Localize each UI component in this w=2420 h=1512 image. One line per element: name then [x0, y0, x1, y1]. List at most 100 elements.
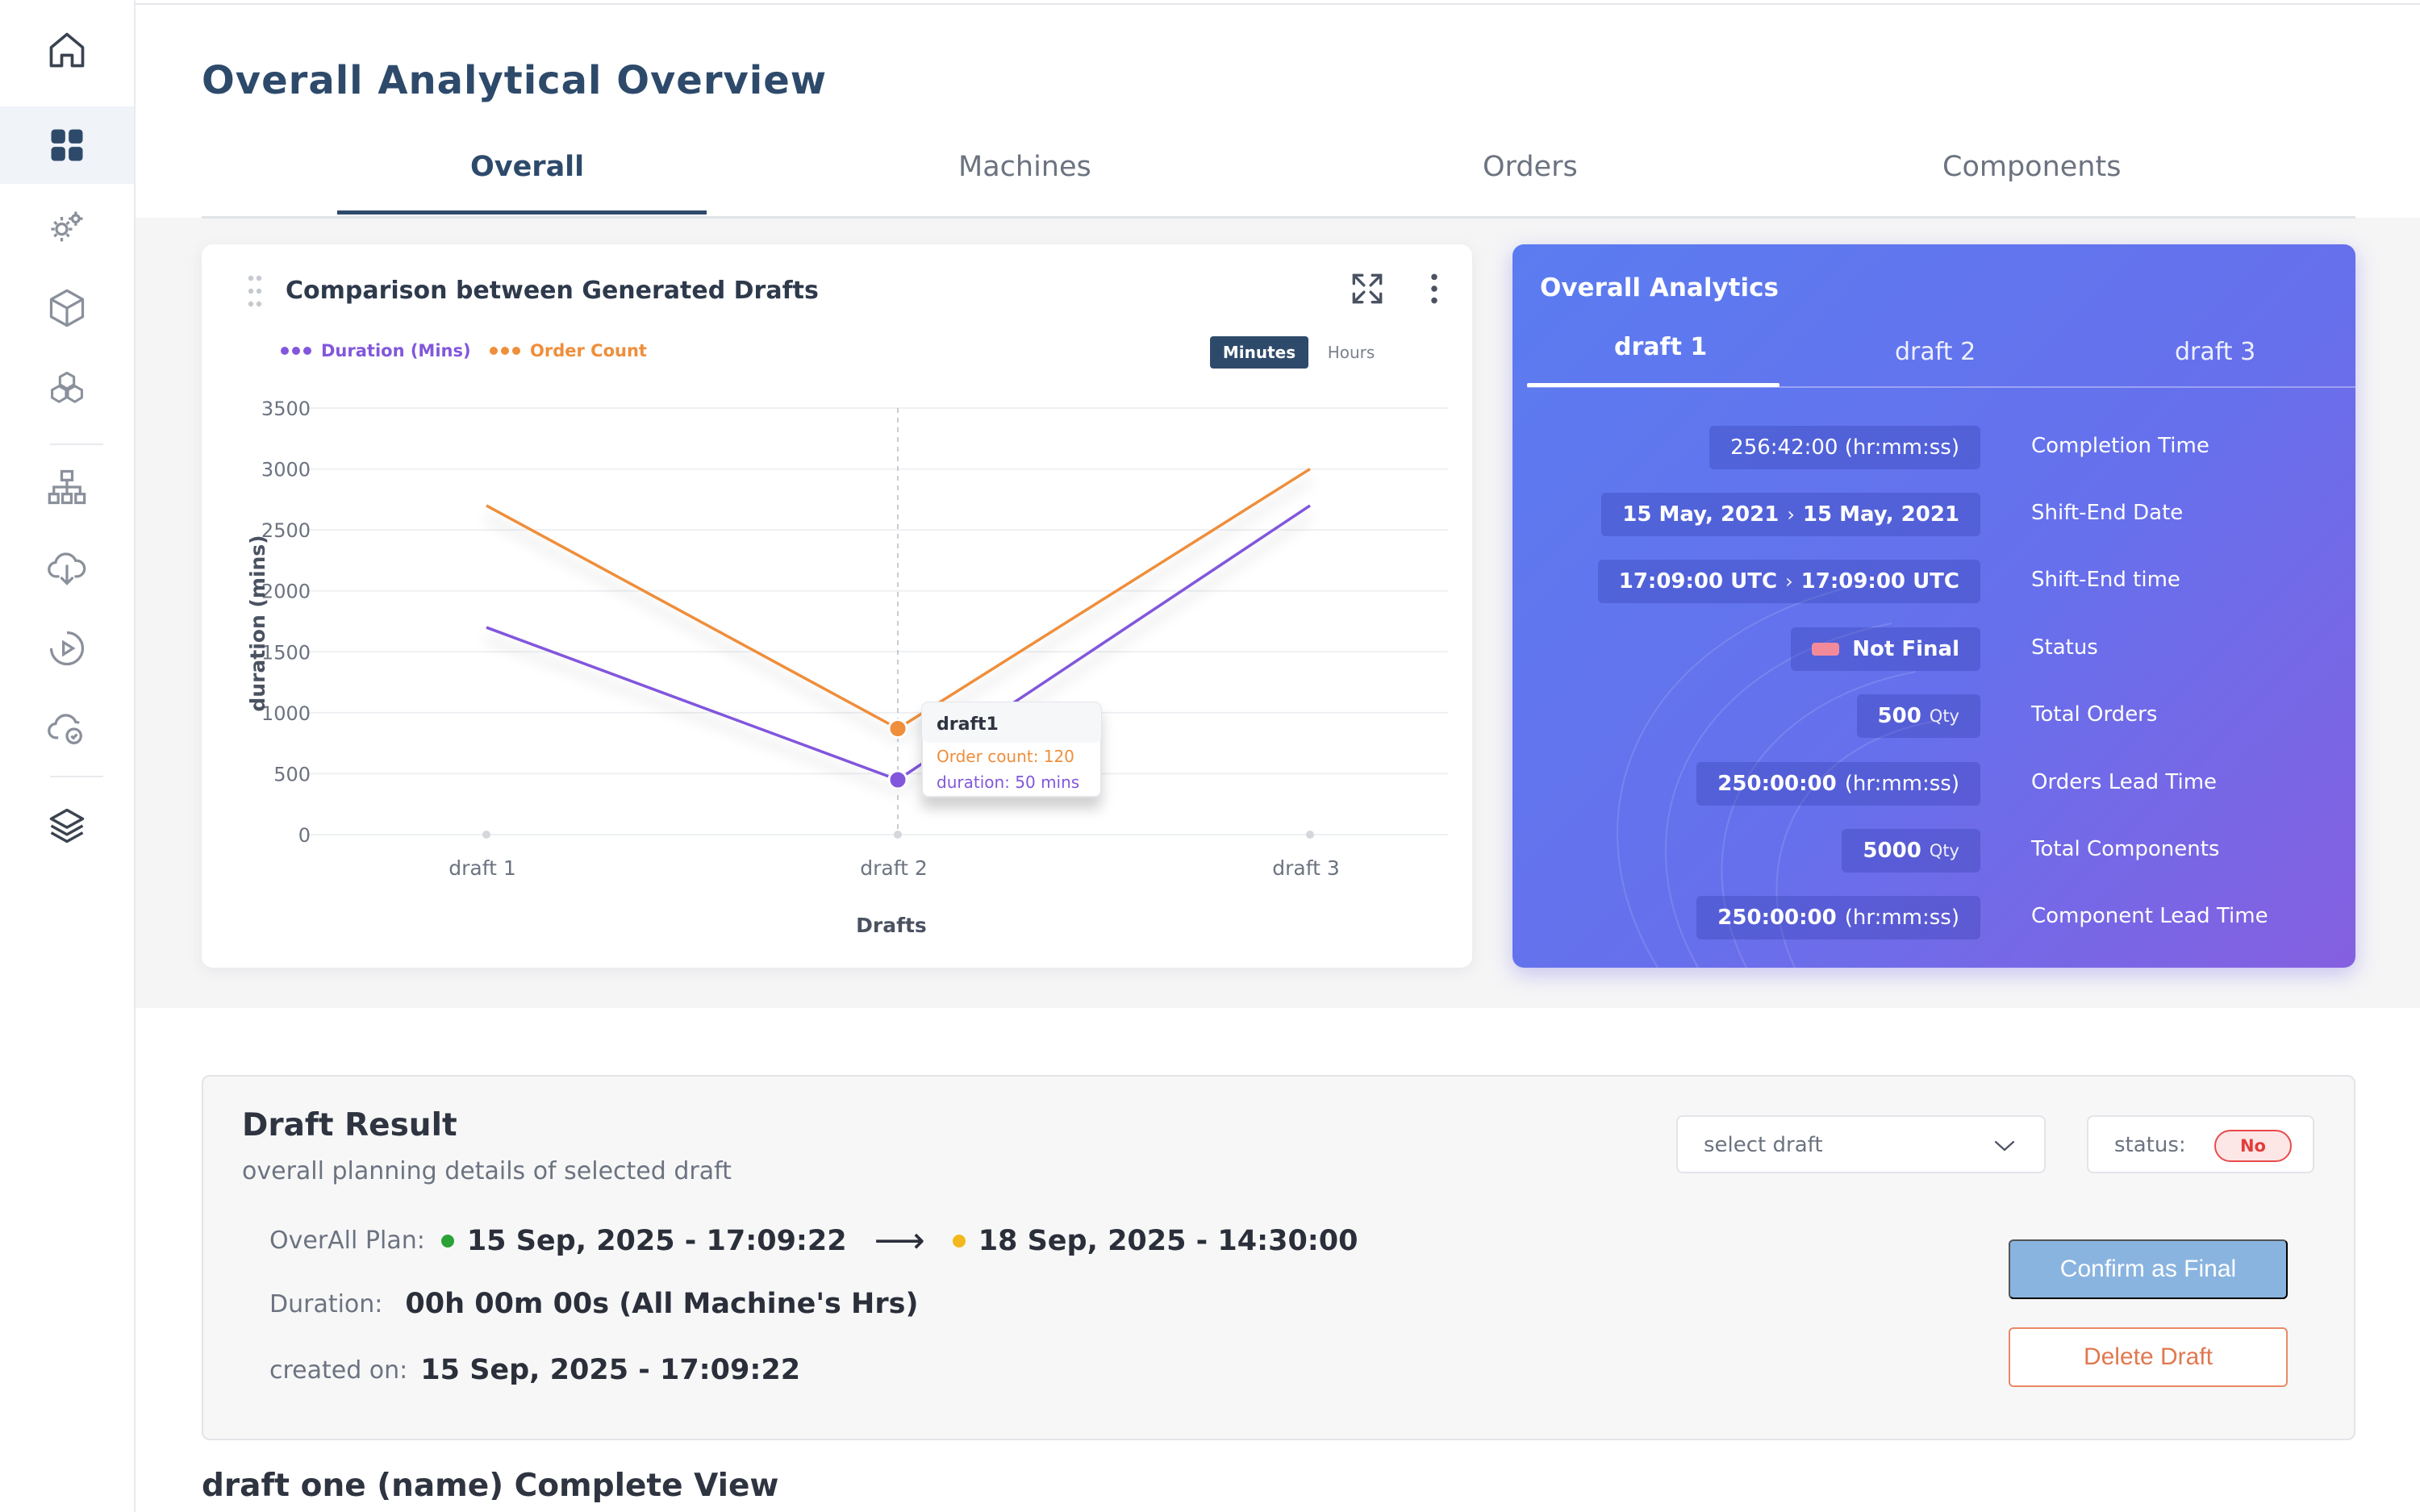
arrow-right-icon: ⟶: [874, 1220, 925, 1261]
status-field-label: status:: [2114, 1133, 2186, 1157]
plan-end-value: 18 Sep, 2025 - 14:30:00: [978, 1224, 1358, 1257]
page-title: Overall Analytical Overview: [202, 58, 828, 103]
completion-time-label: Completion Time: [2031, 434, 2209, 458]
total-orders-label: Total Orders: [2031, 702, 2158, 727]
sidebar-divider: [50, 776, 103, 777]
line-chart: 0500100015002000250030003500draft 1 draft…: [246, 398, 1448, 937]
overall-plan-label: OverAll Plan:: [269, 1227, 425, 1255]
sidebar-item-download[interactable]: [0, 529, 134, 606]
y-tick-label: 3500: [261, 398, 311, 420]
tooltip-duration: duration: 50 mins: [937, 773, 1079, 792]
y-tick-label: 500: [273, 763, 311, 785]
shift-end-time-label: Shift-End time: [2031, 568, 2180, 592]
status-value: Not Final: [1791, 627, 1980, 671]
shift-end-date-row: 15 May, 2021 › 15 May, 2021 Shift-End Da…: [1512, 493, 2355, 538]
shift-end-date-label: Shift-End Date: [2031, 501, 2184, 525]
select-draft-placeholder: select draft: [1704, 1133, 1823, 1157]
tab-components[interactable]: Components: [1942, 151, 2121, 183]
cloud-sync-icon: [48, 714, 82, 744]
delete-draft-button[interactable]: Delete Draft: [2009, 1327, 2288, 1387]
draft-status: status: No: [2087, 1115, 2314, 1173]
shift-end-date-value: 15 May, 2021 › 15 May, 2021: [1601, 493, 1980, 536]
cloud-download-icon: [48, 552, 86, 585]
component-lead-time-row: 250:00:00 (hr:mm:ss) Component Lead Time: [1512, 896, 2355, 941]
status-indicator: [1812, 643, 1840, 656]
sidebar-item-dashboard[interactable]: [0, 106, 134, 184]
main-tabs: Overall Machines Orders Components: [202, 141, 2355, 219]
analytics-title: Overall Analytics: [1540, 273, 1779, 302]
completion-time-row: 256:42:00 (hr:mm:ss) Completion Time: [1512, 426, 2355, 471]
created-on-row: created on: 15 Sep, 2025 - 17:09:22: [269, 1354, 800, 1386]
tooltip-title: draft1: [937, 714, 999, 735]
draft-result-title: Draft Result: [242, 1107, 457, 1143]
confirm-as-final-button[interactable]: Confirm as Final: [2009, 1239, 2288, 1299]
analytics-tab-draft-2[interactable]: draft 2: [1895, 338, 1976, 366]
play-circle-icon: [49, 631, 85, 666]
component-lead-time-value: 250:00:00 (hr:mm:ss): [1696, 896, 1980, 939]
hierarchy-icon: [48, 469, 86, 505]
tab-machines[interactable]: Machines: [958, 151, 1091, 183]
status-row: Not Final Status: [1512, 627, 2355, 673]
total-components-row: 5000 Qty Total Components: [1512, 829, 2355, 874]
x-tick-label: draft 2: [860, 856, 927, 880]
sidebar-item-settings[interactable]: [0, 189, 134, 266]
hover-point-duration: [887, 769, 908, 790]
orders-lead-time-label: Orders Lead Time: [2031, 770, 2218, 794]
component-lead-time-label: Component Lead Time: [2031, 904, 2268, 928]
orders-lead-time-value: 250:00:00 (hr:mm:ss): [1696, 762, 1980, 806]
chevron-right-icon: ›: [1787, 503, 1795, 526]
comparison-chart-card: Comparison between Generated Drafts Dura…: [202, 244, 1472, 968]
sidebar-item-hierarchy[interactable]: [0, 448, 134, 526]
sidebar-item-components[interactable]: [0, 350, 134, 427]
y-tick-label: 3000: [261, 459, 311, 481]
analytics-tab-draft-1[interactable]: draft 1: [1614, 333, 1707, 361]
sidebar-item-home[interactable]: [0, 11, 134, 89]
analytics-tab-draft-3[interactable]: draft 3: [2175, 338, 2255, 366]
x-axis-point: [1306, 831, 1314, 839]
sidebar-item-sync[interactable]: [0, 690, 134, 768]
top-bar: [136, 0, 2420, 5]
total-orders-value: 500 Qty: [1856, 694, 1980, 738]
active-tab-indicator: [337, 210, 707, 215]
shift-end-time-row: 17:09:00 UTC › 17:09:00 UTC Shift-End ti…: [1512, 560, 2355, 605]
layers-icon: [49, 808, 85, 843]
created-on-value: 15 Sep, 2025 - 17:09:22: [420, 1354, 801, 1386]
tab-orders[interactable]: Orders: [1483, 151, 1578, 183]
box-icon: [49, 289, 85, 327]
sidebar-item-products[interactable]: [0, 269, 134, 347]
home-icon: [49, 32, 85, 68]
complete-view-title: draft one (name) Complete View: [202, 1468, 779, 1504]
analytics-tab-indicator: [1527, 383, 1780, 387]
completion-time-value: 256:42:00 (hr:mm:ss): [1709, 426, 1980, 469]
status-badge: No: [2214, 1130, 2292, 1162]
shift-end-time-value: 17:09:00 UTC › 17:09:00 UTC: [1597, 560, 1980, 603]
status-label: Status: [2031, 635, 2098, 660]
sidebar-divider: [50, 444, 103, 445]
chevron-down-icon: [1994, 1140, 2015, 1152]
end-dot: [952, 1234, 966, 1248]
x-axis-title: Drafts: [856, 914, 927, 937]
total-components-value: 5000 Qty: [1842, 829, 1980, 873]
sidebar-item-layers[interactable]: [0, 787, 134, 864]
sidebar: [0, 0, 136, 1512]
total-orders-row: 500 Qty Total Orders: [1512, 694, 2355, 739]
duration-value: 00h 00m 00s (All Machine's Hrs): [405, 1288, 919, 1320]
draft-result-panel: Draft Result overall planning details of…: [202, 1075, 2355, 1440]
sidebar-item-run[interactable]: [0, 610, 134, 687]
total-components-label: Total Components: [2031, 837, 2220, 861]
select-draft-dropdown[interactable]: select draft: [1676, 1115, 2046, 1173]
chevron-right-icon: ›: [1785, 570, 1793, 593]
start-dot: [440, 1234, 454, 1248]
x-axis-point: [482, 831, 490, 839]
overall-plan-row: OverAll Plan: 15 Sep, 2025 - 17:09:22 ⟶ …: [269, 1220, 1358, 1261]
analytics-draft-tabs: draft 1 draft 2 draft 3: [1527, 325, 2355, 388]
plan-start-value: 15 Sep, 2025 - 17:09:22: [466, 1224, 847, 1257]
orders-lead-time-row: 250:00:00 (hr:mm:ss) Orders Lead Time: [1512, 762, 2355, 807]
duration-row: Duration: 00h 00m 00s (All Machine's Hrs…: [269, 1288, 918, 1320]
created-on-label: created on:: [269, 1356, 408, 1385]
hover-point-order-count: [887, 719, 908, 739]
overall-analytics-card: Overall Analytics draft 1 draft 2 draft …: [1512, 244, 2355, 968]
tooltip-order-count: Order count: 120: [937, 747, 1074, 766]
boxes-icon: [51, 371, 83, 403]
tab-overall[interactable]: Overall: [470, 151, 584, 183]
